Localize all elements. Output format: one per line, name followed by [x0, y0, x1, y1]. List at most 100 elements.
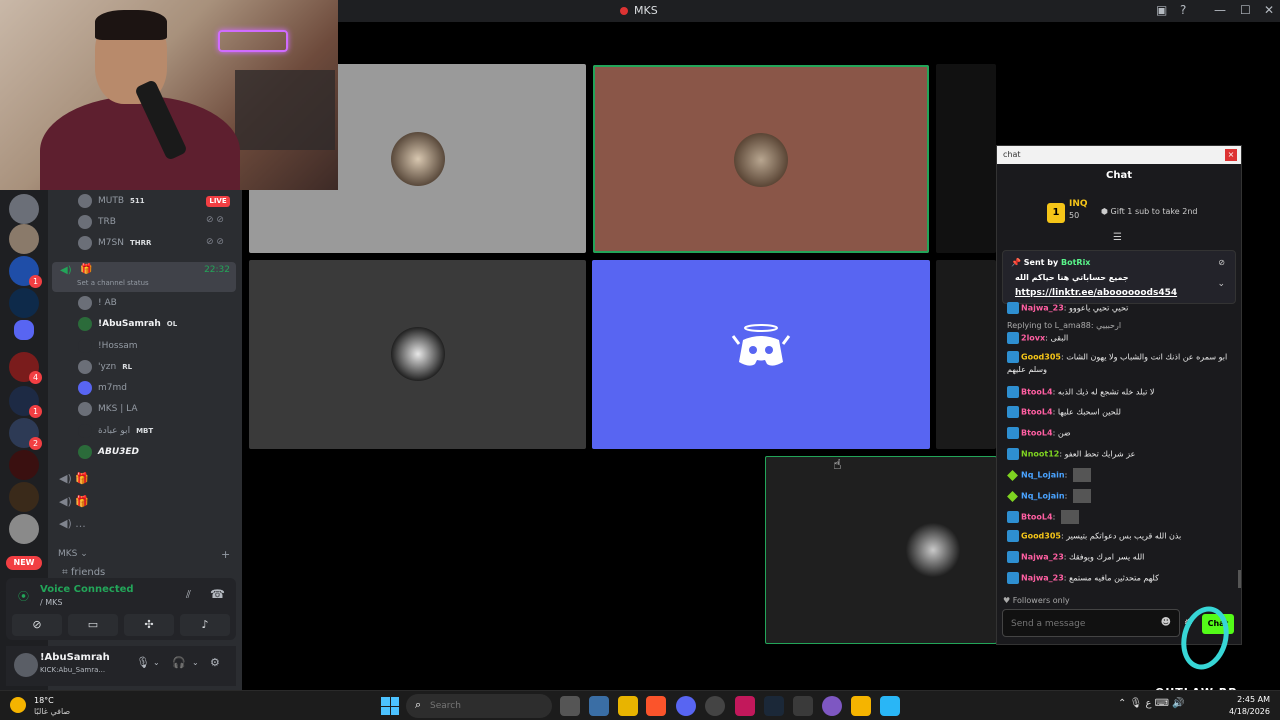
avatar[interactable] [14, 653, 38, 677]
voice-user[interactable]: MUTB 511 [78, 192, 145, 210]
file-explorer-icon[interactable] [618, 696, 638, 716]
help-icon[interactable]: ? [1180, 3, 1186, 17]
chat-username[interactable]: BtooL4 [1021, 388, 1053, 397]
voice-user[interactable]: ابو عبادة MBT [78, 422, 153, 440]
chevron-down-icon[interactable]: ⌄ [192, 658, 199, 667]
chat-message: Najwa_23: تحيي تحيي ياعووو [1007, 302, 1235, 315]
clock[interactable]: 2:45 AM 4/18/2026 [1226, 694, 1270, 718]
chat-text: لا تبلد خله تشجع له ذيك الذبه [1057, 387, 1155, 397]
app-icon[interactable] [851, 696, 871, 716]
headphones-icon[interactable]: 🎧 [172, 656, 186, 669]
voice-channel-speaker-icon[interactable]: ◀) ... [59, 517, 86, 530]
chevron-down-icon[interactable]: ⌄ [153, 658, 160, 667]
chat-username[interactable]: BtooL4 [1021, 513, 1053, 522]
taskbar-search[interactable]: ⌕ [406, 694, 552, 718]
noise-suppression-icon[interactable]: ⫽ [186, 588, 191, 602]
gear-icon[interactable]: ⚙ [210, 656, 220, 669]
task-view-icon[interactable] [560, 696, 580, 716]
server-icon[interactable] [9, 450, 39, 480]
chat-username[interactable]: BtooL4 [1021, 408, 1053, 417]
voice-user[interactable]: 'yzn RL [78, 358, 132, 376]
channel-friends[interactable]: ⌗ friends [62, 567, 105, 578]
chat-username[interactable]: Najwa_23 [1021, 553, 1064, 562]
close-button[interactable]: ✕ [1264, 3, 1274, 17]
folder-icon[interactable] [14, 320, 34, 340]
app-icon[interactable] [793, 696, 813, 716]
chat-username[interactable]: Nq_Lojain [1021, 471, 1065, 480]
pinned-link[interactable]: https://linktr.ee/aboooooods454 [1015, 288, 1177, 298]
server-icon[interactable] [9, 194, 39, 224]
server-icon[interactable] [9, 482, 39, 512]
voice-user[interactable]: ABU3ED [78, 443, 139, 461]
app-icon[interactable] [735, 696, 755, 716]
separator: : [1064, 470, 1070, 480]
active-voice-channel[interactable]: ◀) 🎁 22:32 Set a channel status [52, 262, 236, 292]
chat-message-input[interactable] [1011, 616, 1151, 632]
server-icon[interactable] [9, 288, 39, 318]
close-icon[interactable]: × [1225, 149, 1237, 161]
chat-username[interactable]: Good305 [1021, 353, 1061, 362]
server-icon[interactable]: 4 [9, 352, 42, 384]
camera-off-button[interactable]: ⊘ [12, 614, 62, 636]
minimize-button[interactable]: — [1214, 3, 1226, 17]
voice-user[interactable]: ! AB [78, 294, 117, 312]
video-tile-discord-default[interactable] [592, 260, 930, 449]
chat-text: للحين اسحبك عليها [1057, 407, 1121, 417]
disconnect-icon[interactable]: ☎ [210, 587, 225, 601]
record-icon [620, 7, 628, 15]
microphone-icon[interactable]: 🎙 [136, 656, 150, 669]
pinned-sender: 📌 Sent by BotRix [1011, 258, 1091, 267]
add-channel-icon[interactable]: + [221, 548, 230, 561]
inbox-icon[interactable]: ▣ [1156, 3, 1167, 17]
voice-user[interactable]: TRB [78, 213, 122, 231]
server-icon[interactable]: 1 [9, 386, 42, 418]
unpin-icon[interactable]: ⊘ [1218, 258, 1225, 267]
avatar [78, 296, 92, 310]
weather-widget[interactable]: 18°C صافي غالبًا [10, 695, 90, 717]
server-icon[interactable] [9, 514, 39, 544]
server-icon[interactable] [9, 224, 39, 254]
category-mks[interactable]: MKS ⌄ [58, 549, 88, 559]
start-button[interactable] [381, 697, 399, 715]
streamer-hair [95, 10, 167, 40]
steam-icon[interactable] [764, 696, 784, 716]
app-icon[interactable] [822, 696, 842, 716]
voice-channel-speaker-icon[interactable]: ◀) 🎁 [59, 495, 89, 508]
voice-channel-speaker-icon[interactable]: ◀) 🎁 [59, 472, 89, 485]
voice-user[interactable]: m7md [78, 379, 127, 397]
obs-app-icon[interactable] [705, 696, 725, 716]
chat-username[interactable]: Najwa_23 [1021, 574, 1064, 583]
chat-message: 2lovx: البقى [1007, 332, 1235, 345]
voice-user[interactable]: !Hossam [78, 337, 138, 355]
voice-user[interactable]: !AbuSamrah OL [78, 315, 177, 333]
chat-username[interactable]: Najwa_23 [1021, 304, 1064, 313]
new-badge: NEW [6, 556, 42, 570]
brave-browser-icon[interactable] [646, 696, 666, 716]
system-tray[interactable]: ⌃ 🎙 ع ⌨ 🔊 [1118, 698, 1185, 709]
activities-button[interactable]: ✣ [124, 614, 174, 636]
voice-user[interactable]: M7SN THRR [78, 234, 151, 252]
chat-scrollbar[interactable] [1238, 570, 1241, 588]
chat-username[interactable]: Nnoot12 [1021, 450, 1059, 459]
soundboard-button[interactable]: ♪ [180, 614, 230, 636]
video-tile-user-6[interactable] [765, 456, 997, 644]
user-badge-icon [1007, 386, 1019, 398]
chat-username[interactable]: BtooL4 [1021, 429, 1053, 438]
video-tile-user-4[interactable] [249, 260, 586, 449]
discord-app-icon[interactable] [676, 696, 696, 716]
search-input[interactable] [430, 698, 540, 714]
filter-icon[interactable]: ☰ [1113, 232, 1122, 243]
server-icon[interactable]: 2 [9, 418, 42, 450]
server-icon[interactable]: 1 [9, 256, 42, 288]
gift-sub-button[interactable]: ⬢ Gift 1 sub to take 2nd [1101, 207, 1197, 216]
screen-share-button[interactable]: ▭ [68, 614, 118, 636]
chat-username[interactable]: Good305 [1021, 532, 1061, 541]
maximize-button[interactable]: ☐ [1240, 3, 1251, 17]
chat-username[interactable]: Nq_Lojain [1021, 492, 1065, 501]
video-tile-user-5[interactable] [936, 260, 996, 449]
chevron-down-icon[interactable]: ⌄ [1217, 279, 1225, 289]
app-icon[interactable] [880, 696, 900, 716]
chat-username[interactable]: 2lovx [1021, 334, 1045, 343]
voice-user[interactable]: MKS | LA [78, 400, 138, 418]
settings-app-icon[interactable] [589, 696, 609, 716]
